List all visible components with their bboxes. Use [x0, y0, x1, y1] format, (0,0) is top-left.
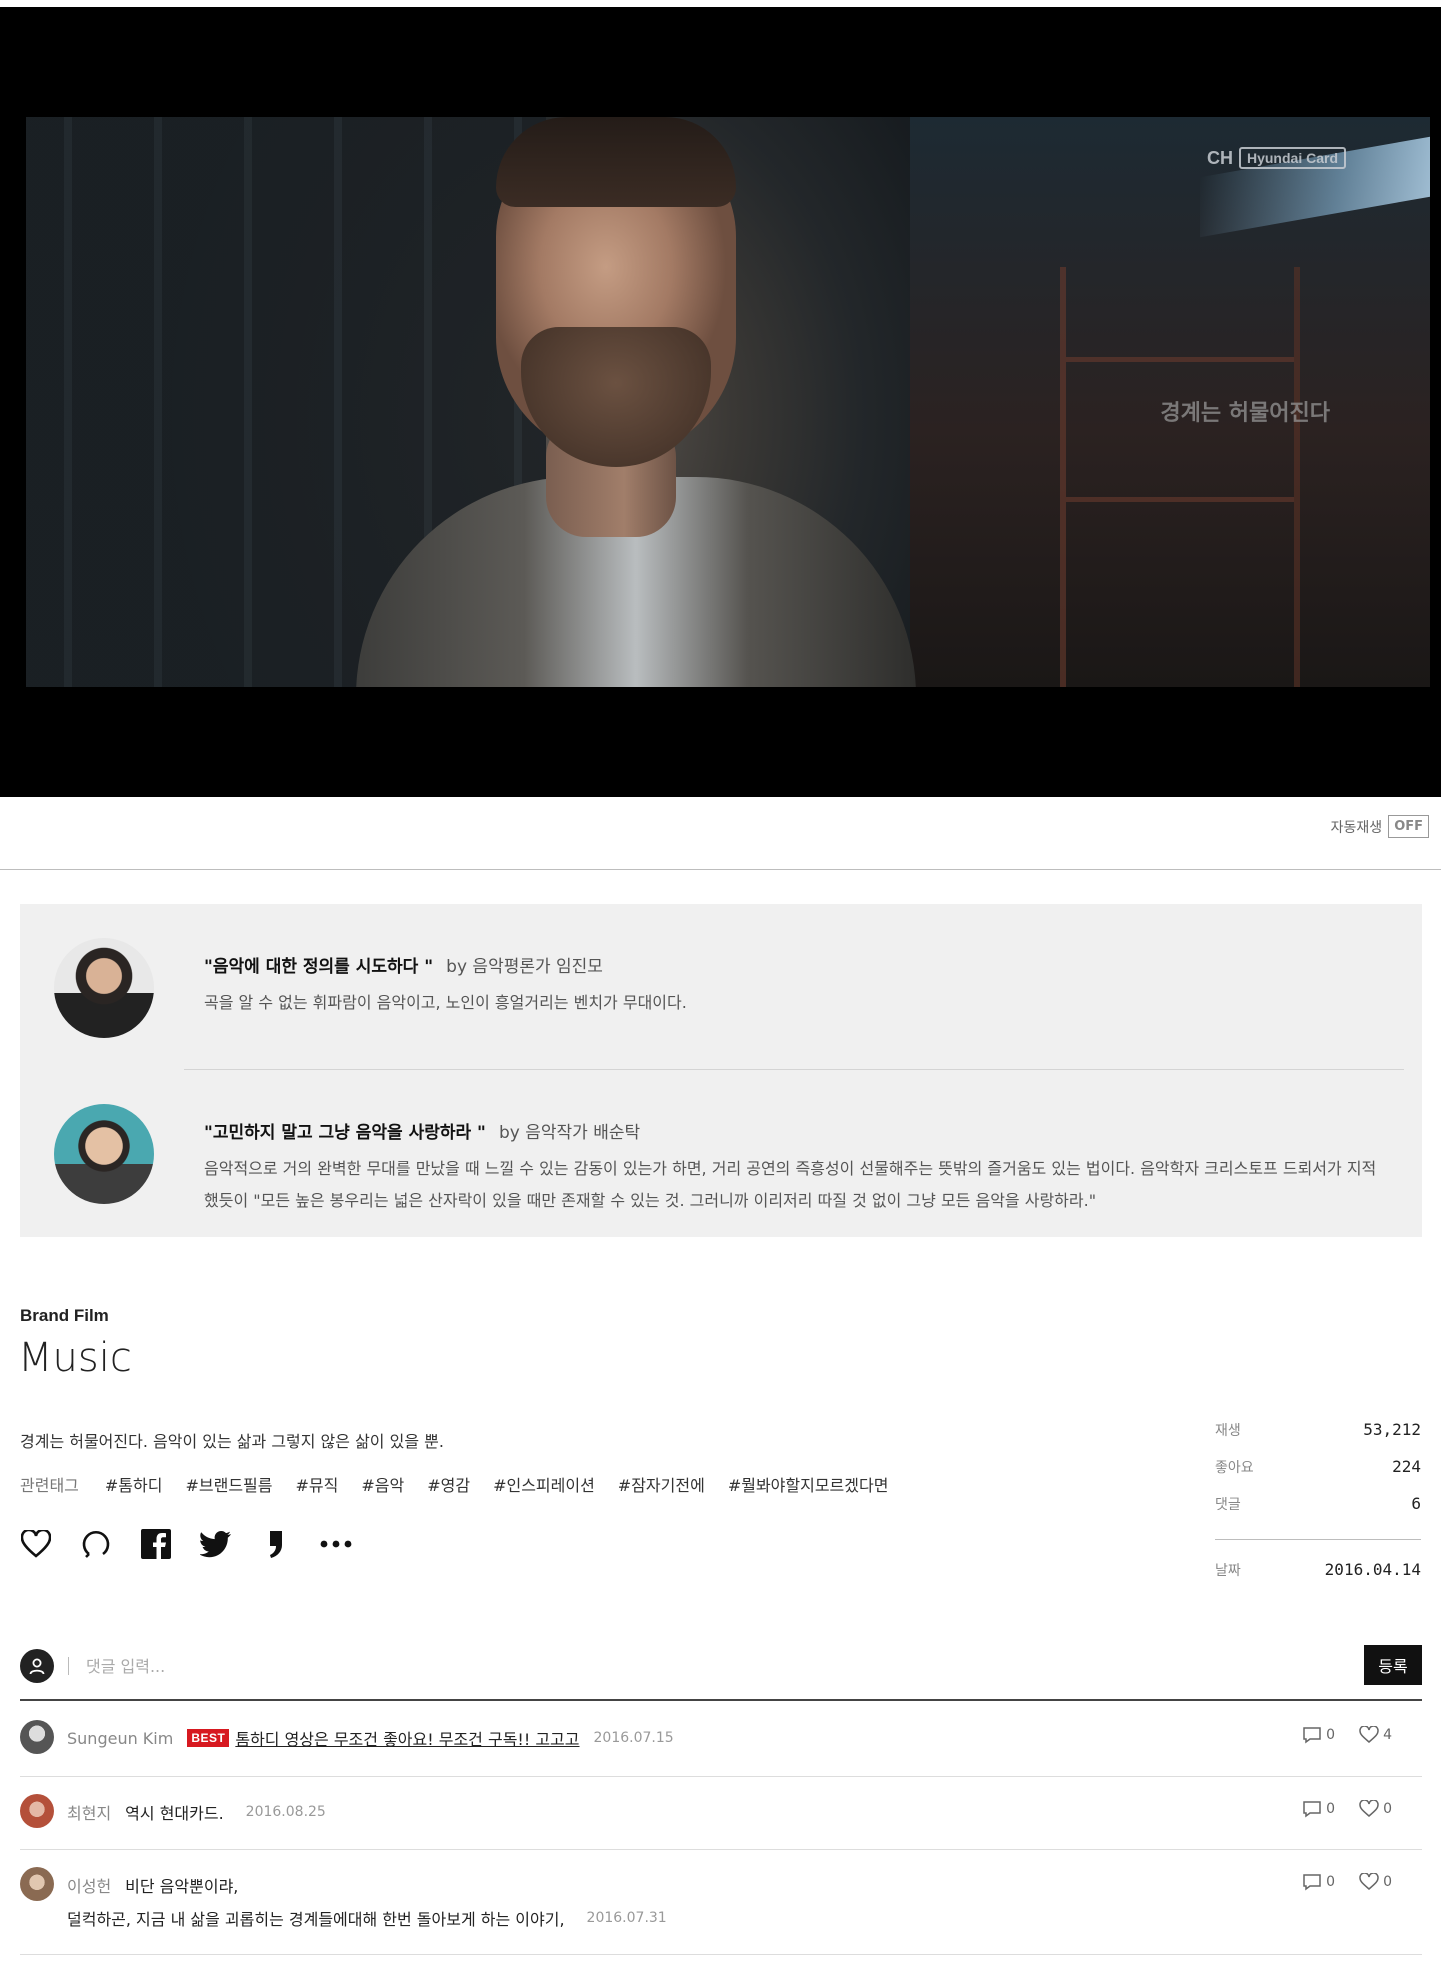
like-button[interactable]: 0	[1359, 1800, 1392, 1818]
category-label: Brand Film	[20, 1306, 109, 1325]
user-icon	[20, 1649, 54, 1683]
comment-date: 2016.07.15	[593, 1730, 674, 1746]
autoplay-toggle[interactable]: OFF	[1388, 815, 1429, 838]
review-title: "고민하지 말고 그냥 음악을 사랑하라 "	[204, 1123, 486, 1143]
divider	[20, 1954, 1422, 1955]
tag-list: 관련태그 #톰하디 #브랜드필름 #뮤직 #음악 #영감 #인스피레이션 #잠자…	[20, 1472, 888, 1496]
video-subtitle: 경계는 허물어진다	[1160, 401, 1330, 426]
comment-icon	[1303, 1874, 1321, 1891]
divider	[0, 869, 1441, 870]
reviewer-avatar	[54, 938, 154, 1038]
reply-button[interactable]: 0	[1302, 1800, 1335, 1818]
review-text: 음악적으로 거의 완벽한 무대를 만났을 때 느낄 수 있는 감동이 있는가 하…	[204, 1159, 1377, 1210]
stat-likes: 좋아요 224	[1215, 1457, 1421, 1476]
reviewer-avatar	[54, 1104, 154, 1204]
comment-text: 비단 음악뿐이랴,	[125, 1877, 239, 1896]
stat-date: 날짜 2016.04.14	[1215, 1560, 1421, 1579]
page-title: Music	[18, 1335, 132, 1381]
comment-text: 역시 현대카드.	[125, 1804, 224, 1823]
heart-icon	[1359, 1726, 1379, 1743]
autoplay-label: 자동재생	[1330, 819, 1383, 836]
stat-comments: 댓글 6	[1215, 1494, 1421, 1513]
tag-link[interactable]: #톰하디	[105, 1472, 163, 1496]
heart-icon	[1359, 1800, 1379, 1817]
submit-comment-button[interactable]: 등록	[1364, 1645, 1422, 1685]
stats-panel: 재생 53,212 좋아요 224 댓글 6 날짜 2016.04.14	[1215, 1420, 1421, 1597]
facebook-icon[interactable]	[140, 1528, 172, 1560]
tag-link[interactable]: #영감	[427, 1472, 470, 1496]
twitter-icon[interactable]	[200, 1528, 232, 1560]
stat-plays: 재생 53,212	[1215, 1420, 1421, 1439]
tag-link[interactable]: #뭘봐야할지모르겠다면	[728, 1472, 889, 1496]
comment-text-continued: 덜컥하곤, 지금 내 삶을 괴롭히는 경계들에대해 한번 돌아보게 하는 이야기…	[67, 1910, 565, 1929]
channel-watermark: CH Hyundai Card	[1207, 147, 1346, 169]
divider	[20, 1849, 1422, 1850]
comment-form: 등록	[20, 1645, 1422, 1687]
tag-link[interactable]: #음악	[361, 1472, 404, 1496]
comment-author[interactable]: 이성헌	[67, 1873, 111, 1897]
comment-date: 2016.07.31	[586, 1910, 667, 1926]
divider	[20, 1699, 1422, 1701]
avatar[interactable]	[20, 1867, 54, 1901]
review-title: "음악에 대한 정의를 시도하다 "	[204, 957, 434, 977]
autoplay-control: 자동재생 OFF	[1331, 815, 1429, 838]
film-description: 경계는 허물어진다. 음악이 있는 삶과 그렇지 않은 삶이 있을 뿐.	[20, 1432, 444, 1451]
divider	[1215, 1539, 1421, 1540]
review-author: by 음악평론가 임진모	[446, 957, 603, 977]
best-badge: BEST	[187, 1729, 230, 1747]
comment-icon	[1303, 1801, 1321, 1818]
comment-author[interactable]: Sungeun Kim	[67, 1729, 173, 1748]
like-button[interactable]: 0	[1359, 1873, 1392, 1891]
comment-input[interactable]	[86, 1649, 1286, 1683]
avatar[interactable]	[20, 1794, 54, 1828]
heart-icon[interactable]	[20, 1528, 52, 1560]
comment-icon[interactable]	[80, 1528, 112, 1560]
video-player[interactable]: CH Hyundai Card 경계는 허물어진다	[0, 7, 1441, 797]
tag-link[interactable]: #뮤직	[295, 1472, 338, 1496]
comment-text: 톰하디 영상은 무조건 좋아요! 무조건 구독!! 고고고	[235, 1730, 580, 1749]
comment-date: 2016.08.25	[245, 1804, 326, 1820]
tag-link[interactable]: #인스피레이션	[493, 1472, 595, 1496]
comment-author[interactable]: 최현지	[67, 1800, 111, 1824]
divider	[20, 1776, 1422, 1777]
review-text: 곡을 알 수 없는 휘파람이 음악이고, 노인이 흥얼거리는 벤치가 무대이다.	[204, 993, 687, 1012]
avatar[interactable]	[20, 1720, 54, 1754]
tag-link[interactable]: #브랜드필름	[185, 1472, 272, 1496]
action-bar	[20, 1528, 352, 1560]
video-frame[interactable]: CH Hyundai Card 경계는 허물어진다	[26, 117, 1430, 687]
tags-label: 관련태그	[20, 1476, 79, 1495]
quote-icon[interactable]	[260, 1528, 292, 1560]
divider	[184, 1069, 1404, 1070]
comment-icon	[1303, 1727, 1321, 1744]
more-icon[interactable]	[320, 1528, 352, 1560]
tag-link[interactable]: #잠자기전에	[618, 1472, 705, 1496]
heart-icon	[1359, 1873, 1379, 1890]
like-button[interactable]: 4	[1359, 1726, 1392, 1744]
reply-button[interactable]: 0	[1302, 1726, 1335, 1744]
review-panel: "음악에 대한 정의를 시도하다 " by 음악평론가 임진모 곡을 알 수 없…	[20, 904, 1422, 1237]
review-author: by 음악작가 배순탁	[499, 1123, 641, 1143]
reply-button[interactable]: 0	[1302, 1873, 1335, 1891]
